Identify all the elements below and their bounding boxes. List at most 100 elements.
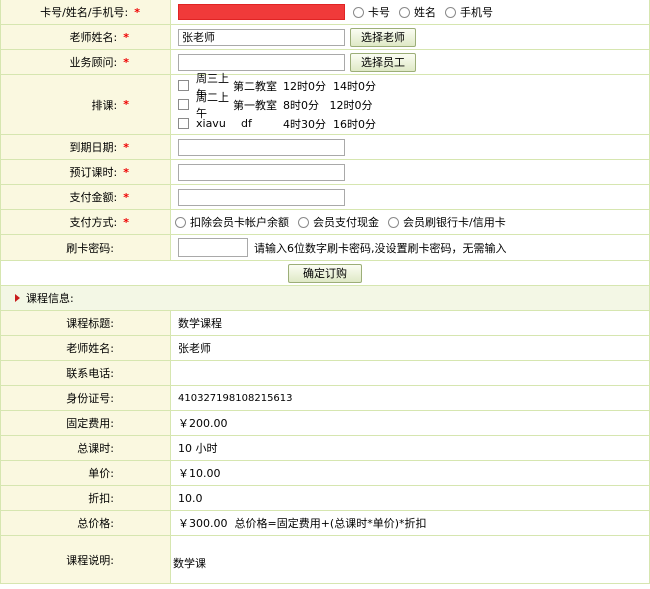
course-info-value-cell: 数学课程 xyxy=(171,311,649,335)
course-info-label-cell: 总价格: xyxy=(1,511,171,535)
row-consultant: 业务顾问: * 选择员工 xyxy=(1,50,649,75)
member-option-name[interactable]: 姓名 xyxy=(399,4,436,20)
required-star: * xyxy=(123,215,129,229)
schedule-time: 4时30分 16时0分 xyxy=(283,117,376,131)
row-expire-date: 到期日期: * xyxy=(1,135,649,160)
course-info-label: 联系电话: xyxy=(66,367,114,380)
option-label: 扣除会员卡帐户余额 xyxy=(190,216,289,229)
member-option-card[interactable]: 卡号 xyxy=(353,4,390,20)
course-info-label: 单价: xyxy=(88,467,114,480)
schedule-day: xiavu xyxy=(196,117,226,130)
checkbox-icon[interactable] xyxy=(178,99,189,110)
select-staff-button[interactable]: 选择员工 xyxy=(350,52,416,72)
schedule-room: 第二教室 xyxy=(233,79,277,93)
consultant-label: 业务顾问: xyxy=(69,56,118,69)
expire-date-input[interactable] xyxy=(178,138,345,156)
radio-icon[interactable] xyxy=(399,6,410,18)
booked-hours-input[interactable] xyxy=(178,163,345,181)
course-info-label-cell: 身份证号: xyxy=(1,386,171,410)
course-info-value-cell: 数学课 xyxy=(171,536,649,583)
course-info-row: 老师姓名: 张老师 xyxy=(1,336,649,361)
teacher-name-input[interactable] xyxy=(178,28,345,46)
discount-value: 10.0 xyxy=(178,491,203,505)
course-info-row: 折扣: 10.0 xyxy=(1,486,649,511)
course-info-label-cell: 联系电话: xyxy=(1,361,171,385)
teacher-name-value: 张老师 xyxy=(178,342,211,355)
member-option-phone[interactable]: 手机号 xyxy=(445,4,493,20)
expire-value-cell xyxy=(171,135,649,159)
option-label: 会员支付现金 xyxy=(313,216,379,229)
schedule-item: 周二上午 第一教室 8时0分 12时0分 xyxy=(178,91,373,120)
course-info-label-cell: 总课时: xyxy=(1,436,171,460)
teacher-label-cell: 老师姓名: * xyxy=(1,25,171,49)
course-info-label: 老师姓名: xyxy=(66,342,114,355)
amount-value-cell xyxy=(171,185,649,209)
course-info-value-cell: ￥200.00 xyxy=(171,411,649,435)
course-info-row: 单价: ￥10.00 xyxy=(1,461,649,486)
course-info-label-cell: 课程说明: xyxy=(1,536,171,583)
required-star: * xyxy=(123,30,129,44)
schedule-time: 12时0分 14时0分 xyxy=(283,79,376,93)
card-pwd-label: 刷卡密码: xyxy=(66,241,114,255)
radio-icon[interactable] xyxy=(388,216,399,228)
course-info-label: 课程标题: xyxy=(66,317,114,330)
select-teacher-button[interactable]: 选择老师 xyxy=(350,27,416,47)
course-info-row: 身份证号: 410327198108215613 xyxy=(1,386,649,411)
teacher-label: 老师姓名: xyxy=(69,31,118,44)
radio-icon[interactable] xyxy=(353,6,364,18)
course-info-label: 身份证号: xyxy=(66,392,114,405)
row-teacher: 老师姓名: * 选择老师 xyxy=(1,25,649,50)
hours-value-cell xyxy=(171,160,649,184)
schedule-room: df xyxy=(241,117,252,130)
order-form: 卡号/姓名/手机号: * 卡号 姓名 手机号 老师姓名: * 选择老师 业务顾问: *… xyxy=(0,0,650,584)
confirm-order-button[interactable]: 确定订购 xyxy=(288,263,362,283)
option-label: 手机号 xyxy=(460,6,493,19)
radio-icon[interactable] xyxy=(175,216,186,228)
total-price-value: ￥300.00 总价格=固定费用+(总课时*单价)*折扣 xyxy=(178,517,427,530)
teacher-value-cell: 选择老师 xyxy=(171,25,649,49)
checkbox-icon[interactable] xyxy=(178,80,189,91)
checkbox-icon[interactable] xyxy=(178,118,189,129)
course-section-title: 课程信息: xyxy=(26,292,74,305)
course-info-label-cell: 课程标题: xyxy=(1,311,171,335)
course-info-label-cell: 固定费用: xyxy=(1,411,171,435)
course-info-value-cell: 10 小时 xyxy=(171,436,649,460)
course-title-value: 数学课程 xyxy=(178,317,222,330)
row-card-password: 刷卡密码: 请输入6位数字刷卡密码,没设置刷卡密码，无需输入 xyxy=(1,235,649,261)
radio-icon[interactable] xyxy=(445,6,456,18)
card-password-input[interactable] xyxy=(178,238,248,257)
required-star: * xyxy=(123,98,129,111)
schedule-time: 8时0分 12时0分 xyxy=(283,98,373,112)
course-section-header: 课程信息: xyxy=(1,286,649,311)
course-info-row: 总价格: ￥300.00 总价格=固定费用+(总课时*单价)*折扣 xyxy=(1,511,649,536)
course-info-label: 折扣: xyxy=(88,492,114,505)
expire-label: 到期日期: xyxy=(69,141,118,154)
member-label: 卡号/姓名/手机号: xyxy=(40,6,129,19)
course-info-value-cell: 张老师 xyxy=(171,336,649,360)
payment-value-cell: 扣除会员卡帐户余额 会员支付现金 会员刷银行卡/信用卡 xyxy=(171,210,649,234)
payment-option-cash[interactable]: 会员支付现金 xyxy=(298,214,379,230)
course-info-label: 课程说明: xyxy=(66,553,114,567)
member-search-input[interactable] xyxy=(178,4,345,20)
payment-option-balance[interactable]: 扣除会员卡帐户余额 xyxy=(175,214,289,230)
amount-label: 支付金额: xyxy=(69,191,118,204)
card-pwd-label-cell: 刷卡密码: xyxy=(1,235,171,260)
row-payment-method: 支付方式: * 扣除会员卡帐户余额 会员支付现金 会员刷银行卡/信用卡 xyxy=(1,210,649,235)
course-info-row: 联系电话: xyxy=(1,361,649,386)
row-booked-hours: 预订课时: * xyxy=(1,160,649,185)
row-member: 卡号/姓名/手机号: * 卡号 姓名 手机号 xyxy=(1,0,649,25)
schedule-item: xiavu df 4时30分 16时0分 xyxy=(178,114,376,133)
radio-icon[interactable] xyxy=(298,216,309,228)
payment-option-card[interactable]: 会员刷银行卡/信用卡 xyxy=(388,214,506,230)
consultant-input[interactable] xyxy=(178,53,345,71)
payment-amount-input[interactable] xyxy=(178,188,345,206)
consultant-value-cell: 选择员工 xyxy=(171,50,649,74)
id-number-value: 410327198108215613 xyxy=(178,392,293,404)
member-value-cell: 卡号 姓名 手机号 xyxy=(171,0,649,24)
schedule-value-cell: 周三上午 第二教室 12时0分 14时0分 周二上午 第一教室 8时0分 12时… xyxy=(171,72,649,134)
option-label: 姓名 xyxy=(414,6,436,19)
row-submit: 确定订购 xyxy=(1,261,649,286)
hours-label: 预订课时: xyxy=(69,166,118,179)
course-info-value-cell xyxy=(171,361,649,385)
required-star: * xyxy=(123,140,129,154)
